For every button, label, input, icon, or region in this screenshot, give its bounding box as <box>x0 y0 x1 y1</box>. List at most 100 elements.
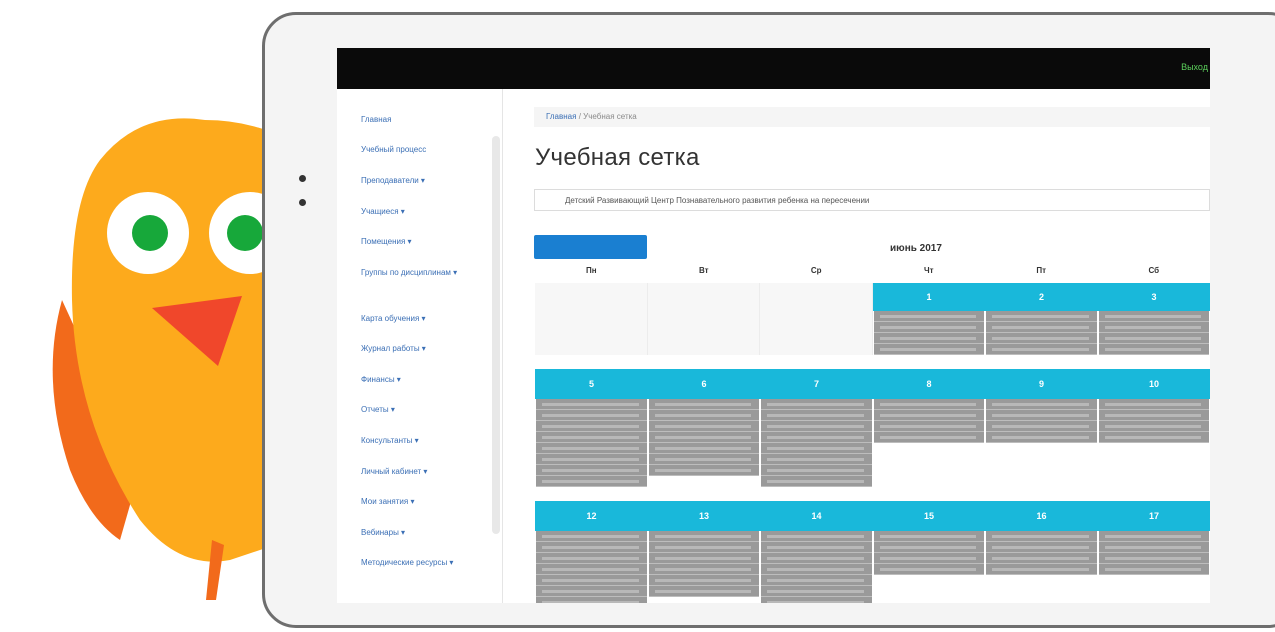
calendar-event[interactable] <box>986 531 1097 542</box>
sidebar-item-reports[interactable]: Отчеты ▾ <box>361 404 481 415</box>
sidebar-item-resources[interactable]: Методические ресурсы ▾ <box>361 557 481 568</box>
sidebar-item-consultants[interactable]: Консультанты ▾ <box>361 435 481 446</box>
calendar-event[interactable] <box>873 564 984 575</box>
sidebar-item-journal[interactable]: Журнал работы ▾ <box>361 343 481 354</box>
calendar-event[interactable] <box>761 564 872 575</box>
calendar-day-header[interactable]: 13 <box>647 501 761 531</box>
calendar-day-header[interactable]: 17 <box>1097 501 1210 531</box>
calendar-event[interactable] <box>986 311 1097 322</box>
calendar-event[interactable] <box>536 421 647 432</box>
sidebar-item-groups[interactable]: Группы по дисциплинам ▾ <box>361 267 481 278</box>
calendar-event[interactable] <box>761 443 872 454</box>
calendar-day-header[interactable]: 7 <box>760 369 873 399</box>
calendar-event[interactable] <box>536 564 647 575</box>
calendar-day-header[interactable]: 14 <box>760 501 873 531</box>
calendar-event[interactable] <box>536 399 647 410</box>
breadcrumb-home-link[interactable]: Главная <box>546 112 576 121</box>
calendar-event[interactable] <box>986 542 1097 553</box>
calendar-event[interactable] <box>536 531 647 542</box>
calendar-event[interactable] <box>536 597 647 603</box>
sidebar-item-my-lessons[interactable]: Мои занятия ▾ <box>361 496 481 507</box>
calendar-day-header[interactable]: 12 <box>535 501 648 531</box>
calendar-event[interactable] <box>536 443 647 454</box>
calendar-event[interactable] <box>536 553 647 564</box>
calendar-event[interactable] <box>761 542 872 553</box>
calendar-event[interactable] <box>1098 399 1209 410</box>
calendar-event[interactable] <box>1098 322 1209 333</box>
calendar-event[interactable] <box>536 454 647 465</box>
sidebar-item-teachers[interactable]: Преподаватели ▾ <box>361 175 481 186</box>
calendar-event[interactable] <box>648 421 759 432</box>
calendar-event[interactable] <box>761 465 872 476</box>
calendar-event[interactable] <box>648 564 759 575</box>
calendar-day-header[interactable]: 5 <box>535 369 648 399</box>
calendar-event[interactable] <box>1098 410 1209 421</box>
calendar-event[interactable] <box>1098 531 1209 542</box>
calendar-event[interactable] <box>1098 333 1209 344</box>
calendar-event[interactable] <box>986 322 1097 333</box>
calendar-event[interactable] <box>761 399 872 410</box>
calendar-event[interactable] <box>761 553 872 564</box>
calendar-event[interactable] <box>536 410 647 421</box>
calendar-event[interactable] <box>648 465 759 476</box>
calendar-day-header[interactable]: 1 <box>872 283 986 311</box>
calendar-event[interactable] <box>873 432 984 443</box>
calendar-day-header[interactable]: 15 <box>872 501 986 531</box>
calendar-day-header[interactable]: 16 <box>985 501 1098 531</box>
calendar-event[interactable] <box>1098 344 1209 355</box>
calendar-event[interactable] <box>873 322 984 333</box>
calendar-event[interactable] <box>536 476 647 487</box>
calendar-event[interactable] <box>873 311 984 322</box>
calendar-event[interactable] <box>648 531 759 542</box>
calendar-event[interactable] <box>761 454 872 465</box>
calendar-event[interactable] <box>761 575 872 586</box>
calendar-event[interactable] <box>648 410 759 421</box>
calendar-event[interactable] <box>536 432 647 443</box>
calendar-event[interactable] <box>986 432 1097 443</box>
calendar-event[interactable] <box>873 344 984 355</box>
calendar-event[interactable] <box>873 542 984 553</box>
calendar-event[interactable] <box>536 586 647 597</box>
calendar-event[interactable] <box>986 410 1097 421</box>
add-lesson-button[interactable] <box>534 235 647 259</box>
calendar-event[interactable] <box>648 553 759 564</box>
calendar-event[interactable] <box>648 542 759 553</box>
calendar-event[interactable] <box>873 421 984 432</box>
calendar-event[interactable] <box>986 564 1097 575</box>
calendar-event[interactable] <box>648 443 759 454</box>
sidebar-item-rooms[interactable]: Помещения ▾ <box>361 236 481 247</box>
calendar-event[interactable] <box>986 399 1097 410</box>
calendar-event[interactable] <box>536 465 647 476</box>
sidebar-item-home[interactable]: Главная <box>361 114 481 125</box>
calendar-day-header[interactable]: 3 <box>1097 283 1210 311</box>
calendar-event[interactable] <box>986 333 1097 344</box>
calendar-event[interactable] <box>761 476 872 487</box>
calendar-event[interactable] <box>1098 553 1209 564</box>
sidebar-item-learning[interactable]: Учебный процесс <box>361 144 481 155</box>
calendar-day-header[interactable]: 6 <box>647 369 761 399</box>
calendar-event[interactable] <box>761 597 872 603</box>
calendar-event[interactable] <box>1098 564 1209 575</box>
calendar-event[interactable] <box>536 542 647 553</box>
sidebar-item-webinars[interactable]: Вебинары ▾ <box>361 527 481 538</box>
calendar-event[interactable] <box>1098 542 1209 553</box>
calendar-day-header[interactable]: 2 <box>985 283 1098 311</box>
calendar-event[interactable] <box>761 410 872 421</box>
calendar-event[interactable] <box>761 531 872 542</box>
calendar-event[interactable] <box>873 399 984 410</box>
calendar-event[interactable] <box>761 421 872 432</box>
calendar-event[interactable] <box>1098 311 1209 322</box>
calendar-day-header[interactable]: 9 <box>985 369 1098 399</box>
calendar-event[interactable] <box>648 454 759 465</box>
calendar-day-header[interactable]: 8 <box>872 369 986 399</box>
logout-link[interactable]: Выход <box>1181 62 1208 72</box>
calendar-event[interactable] <box>873 531 984 542</box>
calendar-event[interactable] <box>761 432 872 443</box>
sidebar-item-finance[interactable]: Финансы ▾ <box>361 374 481 385</box>
calendar-event[interactable] <box>761 586 872 597</box>
calendar-event[interactable] <box>1098 432 1209 443</box>
calendar-event[interactable] <box>873 333 984 344</box>
calendar-event[interactable] <box>986 421 1097 432</box>
sidebar-item-students[interactable]: Учащиеся ▾ <box>361 206 481 217</box>
sidebar-item-study-map[interactable]: Карта обучения ▾ <box>361 313 481 324</box>
